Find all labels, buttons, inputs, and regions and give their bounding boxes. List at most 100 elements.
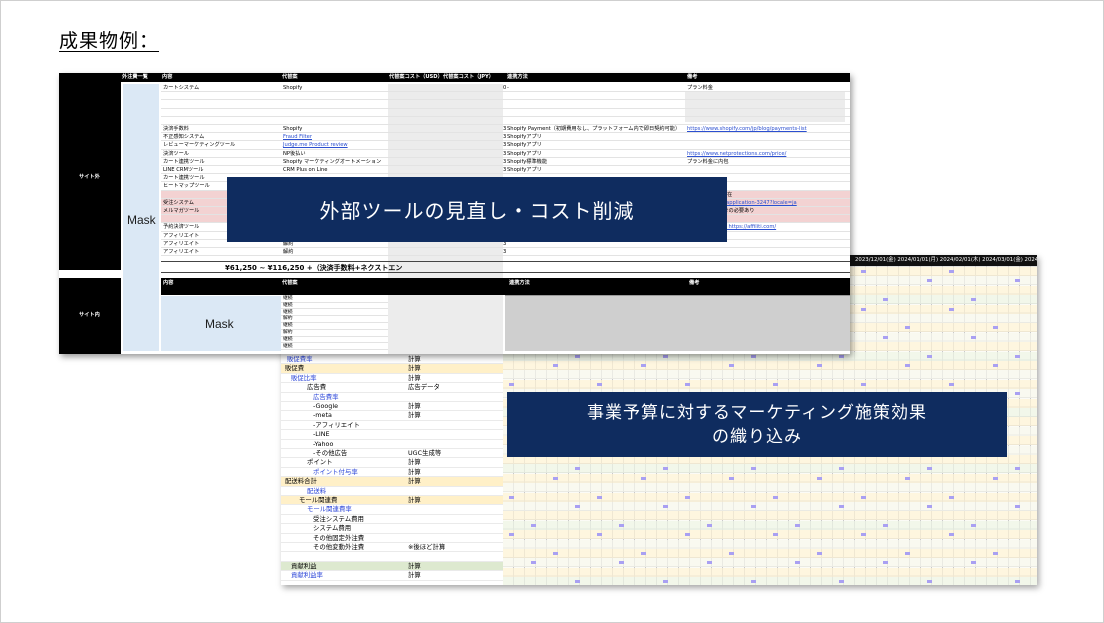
cell-content: カート連携ツール [163, 158, 205, 165]
grid-mark [685, 495, 690, 499]
grid-mark [927, 354, 932, 358]
cell-cost: 3 [503, 126, 507, 132]
callout-budget-integration: 事業予算に対するマーケティング施策効果 の織り込み [507, 392, 1007, 457]
total-cost-text: ¥61,250 ~ ¥116,250 +（決済手数料+ネクストエン [225, 264, 403, 272]
grid-mark [993, 326, 998, 330]
table-row [161, 117, 850, 125]
grid-mark [949, 495, 954, 499]
grid-mark [531, 523, 536, 527]
budget-row-label: その他変動外注費 [313, 543, 365, 551]
grid-mark [861, 382, 866, 386]
grid-mark [773, 495, 778, 499]
grid-band [503, 577, 1037, 585]
budget-date-header: 2023/12/01(金) 2024/01/01(月) 2024/02/01(木… [849, 255, 1037, 266]
grid-mark [927, 279, 932, 283]
budget-row: モール関連費率 [281, 505, 503, 515]
budget-row-label: -その他広告 [313, 449, 348, 457]
header-cell: 備考 [687, 74, 698, 80]
mask-label-column: Mask [127, 213, 156, 227]
budget-row-label: 配送料 [307, 486, 327, 495]
grid-mark [971, 523, 976, 527]
budget-row-label: 貢献利益 [291, 561, 317, 570]
budget-row-value: 計算 [408, 411, 421, 420]
cell-alternative: Judge.me Product review [283, 142, 348, 149]
budget-row: その他固定外注費 [281, 534, 503, 543]
budget-row: 販促費 計算 [281, 364, 503, 374]
grid-mark [905, 552, 910, 555]
grid-mark [949, 307, 954, 311]
cell-method: Shopifyアプリ [507, 150, 542, 157]
grid-mark [905, 326, 910, 330]
cell-cost: 0 [503, 85, 507, 91]
lower-row-status: 解約 [281, 316, 388, 323]
grid-mark [817, 364, 822, 367]
grid-mark [971, 335, 976, 339]
budget-row: 貢献利益 計算 [281, 561, 503, 572]
cell-alternative: CRM Plus on Line [283, 167, 328, 173]
budget-row: -Yahoo [281, 440, 503, 449]
cell-content: 不正感知システム [163, 134, 205, 141]
table-row [161, 92, 850, 101]
grid-band [503, 502, 1037, 511]
grid-mark [597, 495, 602, 499]
cell-content: カートシステム [163, 85, 200, 91]
cell-alternative: NP後払い [283, 150, 306, 157]
budget-row: 販促比率 計算 [281, 374, 503, 384]
grid-band [503, 567, 1037, 577]
side-block-outside [59, 73, 121, 270]
grid-band [503, 483, 1037, 493]
budget-row: システム費用 [281, 524, 503, 534]
lower-row-status: 解約 [281, 330, 388, 337]
budget-row-label: モール関連費 [299, 496, 338, 504]
budget-row-value: UGC生成等 [408, 449, 442, 457]
grid-mark [575, 580, 580, 584]
cell-method: - [507, 85, 509, 91]
grid-mark [927, 467, 932, 471]
grid-mark [839, 580, 844, 584]
grid-mark [861, 495, 866, 499]
grid-band [503, 520, 1037, 530]
cell-cost: 3 [503, 142, 507, 149]
budget-row-value: 計算 [408, 458, 421, 467]
grid-mark [575, 505, 580, 508]
budget-row-label: その他固定外注費 [313, 533, 365, 542]
budget-row: 販促費率 計算 [281, 355, 503, 365]
grid-mark [685, 533, 690, 537]
budget-row: モール関連費 計算 [281, 496, 503, 506]
grid-band [503, 530, 1037, 540]
grid-band [503, 549, 1037, 558]
budget-row: 広告費率 [281, 393, 503, 402]
grid-band [503, 539, 1037, 549]
grid-mark [707, 523, 712, 527]
grid-mark [597, 533, 602, 537]
callout-top-text: 外部ツールの見直し・コスト削減 [319, 199, 635, 223]
budget-row [281, 552, 503, 562]
grid-mark [729, 476, 734, 480]
budget-row-label: 販促費 [285, 364, 305, 373]
budget-row: -Google 計算 [281, 402, 503, 412]
tools-lower-header-row: 内容 代替案 連携方法 備考 [161, 278, 850, 295]
grid-mark [1015, 505, 1020, 508]
grid-mark [949, 382, 954, 386]
cell-content: ヒートマップツール [163, 183, 210, 190]
side-label-inside: サイト内 [79, 312, 100, 318]
cell-method: Shopify Payment（初期費用なし、プラットフォーム内で即日契約可能） [507, 126, 681, 132]
budget-row-label: 貢献利益率 [291, 571, 323, 580]
grid-mark [531, 561, 536, 565]
grid-mark [1015, 467, 1020, 471]
lower-gray-area [505, 295, 850, 351]
budget-row-label: -アフィリエイト [313, 420, 360, 429]
budget-row: 貢献利益率 計算 [281, 571, 503, 581]
budget-row-value: 計算 [408, 477, 421, 486]
header-cell: 連携方法 [507, 74, 528, 80]
grid-mark [773, 533, 778, 537]
grid-mark [619, 561, 624, 565]
budget-row-label: 配送料合計 [285, 477, 317, 486]
budget-row-label: 受注システム費用 [313, 514, 364, 523]
table-row: 不正感知システム Fraud Filter 3 Shopifyアプリ [161, 133, 850, 142]
budget-row-label: -LINE [313, 430, 330, 439]
cell-method: Shopifyアプリ [507, 142, 542, 149]
grid-mark [927, 580, 932, 584]
cell-alternative: 解約 [283, 249, 294, 255]
grid-mark [839, 505, 844, 508]
